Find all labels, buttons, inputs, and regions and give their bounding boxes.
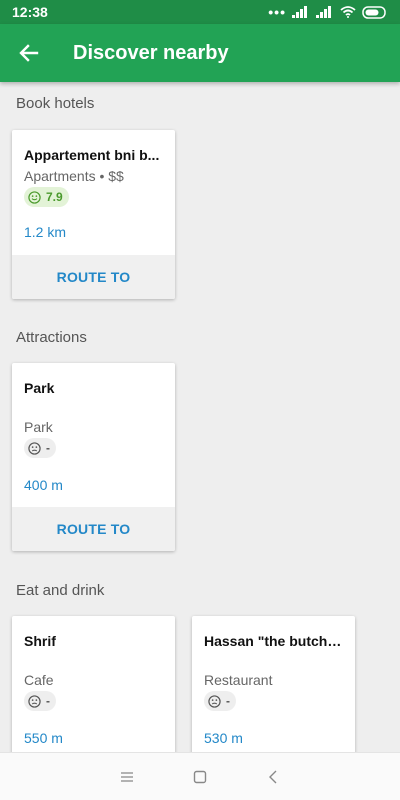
card-distance: 530 m (204, 729, 243, 746)
signal-icon (292, 6, 307, 18)
menu-button[interactable] (112, 762, 142, 792)
card-title: Hassan "the butcher" (204, 633, 343, 649)
rating-value: - (46, 441, 50, 455)
neutral-face-icon (28, 441, 41, 455)
neutral-face-icon (208, 694, 221, 708)
discover-content[interactable]: Book hotels Appartement bni b... Apartme… (0, 82, 400, 752)
square-icon (193, 770, 207, 783)
rating-value: - (46, 694, 50, 708)
arrow-left-icon (19, 44, 39, 62)
rating-badge: - (24, 438, 56, 458)
rating-badge: - (24, 691, 56, 711)
card-subtitle: Park (24, 419, 53, 435)
rating-value: 7.9 (46, 190, 63, 204)
rating-badge: 7.9 (24, 187, 69, 207)
hotel-card[interactable]: Appartement bni b... Apartments • $$ 7.9… (12, 130, 175, 299)
attraction-card[interactable]: Park Park - 400 m ROUTE TO (12, 363, 175, 551)
signal-icon-2 (316, 6, 331, 18)
chevron-left-icon (269, 770, 277, 783)
section-title-attractions: Attractions (16, 329, 87, 346)
neutral-face-icon (28, 694, 41, 708)
route-to-button[interactable]: ROUTE TO (12, 255, 175, 299)
rating-value: - (226, 694, 230, 708)
card-title: Shrif (24, 633, 56, 649)
section-title-hotels: Book hotels (16, 95, 95, 112)
back-nav-button[interactable] (258, 762, 288, 792)
back-button[interactable] (0, 24, 58, 82)
smile-icon (28, 190, 41, 204)
card-title: Park (24, 380, 55, 396)
status-time: 12:38 (12, 4, 48, 20)
section-title-eat-and-drink: Eat and drink (16, 582, 105, 599)
card-subtitle: Restaurant (204, 672, 273, 688)
card-subtitle: Cafe (24, 672, 54, 688)
dots-icon: ••• (268, 4, 286, 20)
system-nav-bar (0, 752, 400, 800)
route-to-button[interactable]: ROUTE TO (12, 507, 175, 551)
wifi-icon (340, 6, 356, 18)
card-title: Appartement bni b... (24, 147, 160, 163)
page-title: Discover nearby (73, 41, 229, 64)
card-distance: 400 m (24, 476, 63, 493)
status-bar: 12:38 ••• (0, 0, 400, 24)
menu-icon (120, 771, 133, 782)
eat-card[interactable]: Shrif Cafe - 550 m (12, 616, 175, 752)
app-bar: Discover nearby (0, 24, 400, 82)
card-subtitle: Apartments • $$ (24, 168, 124, 184)
eat-card[interactable]: Hassan "the butcher" Restaurant - 530 m (192, 616, 355, 752)
status-icons: ••• (268, 4, 388, 20)
card-distance: 1.2 km (24, 223, 67, 240)
home-button[interactable] (185, 762, 215, 792)
card-distance: 550 m (24, 729, 63, 746)
battery-icon (362, 5, 386, 19)
rating-badge: - (204, 691, 236, 711)
